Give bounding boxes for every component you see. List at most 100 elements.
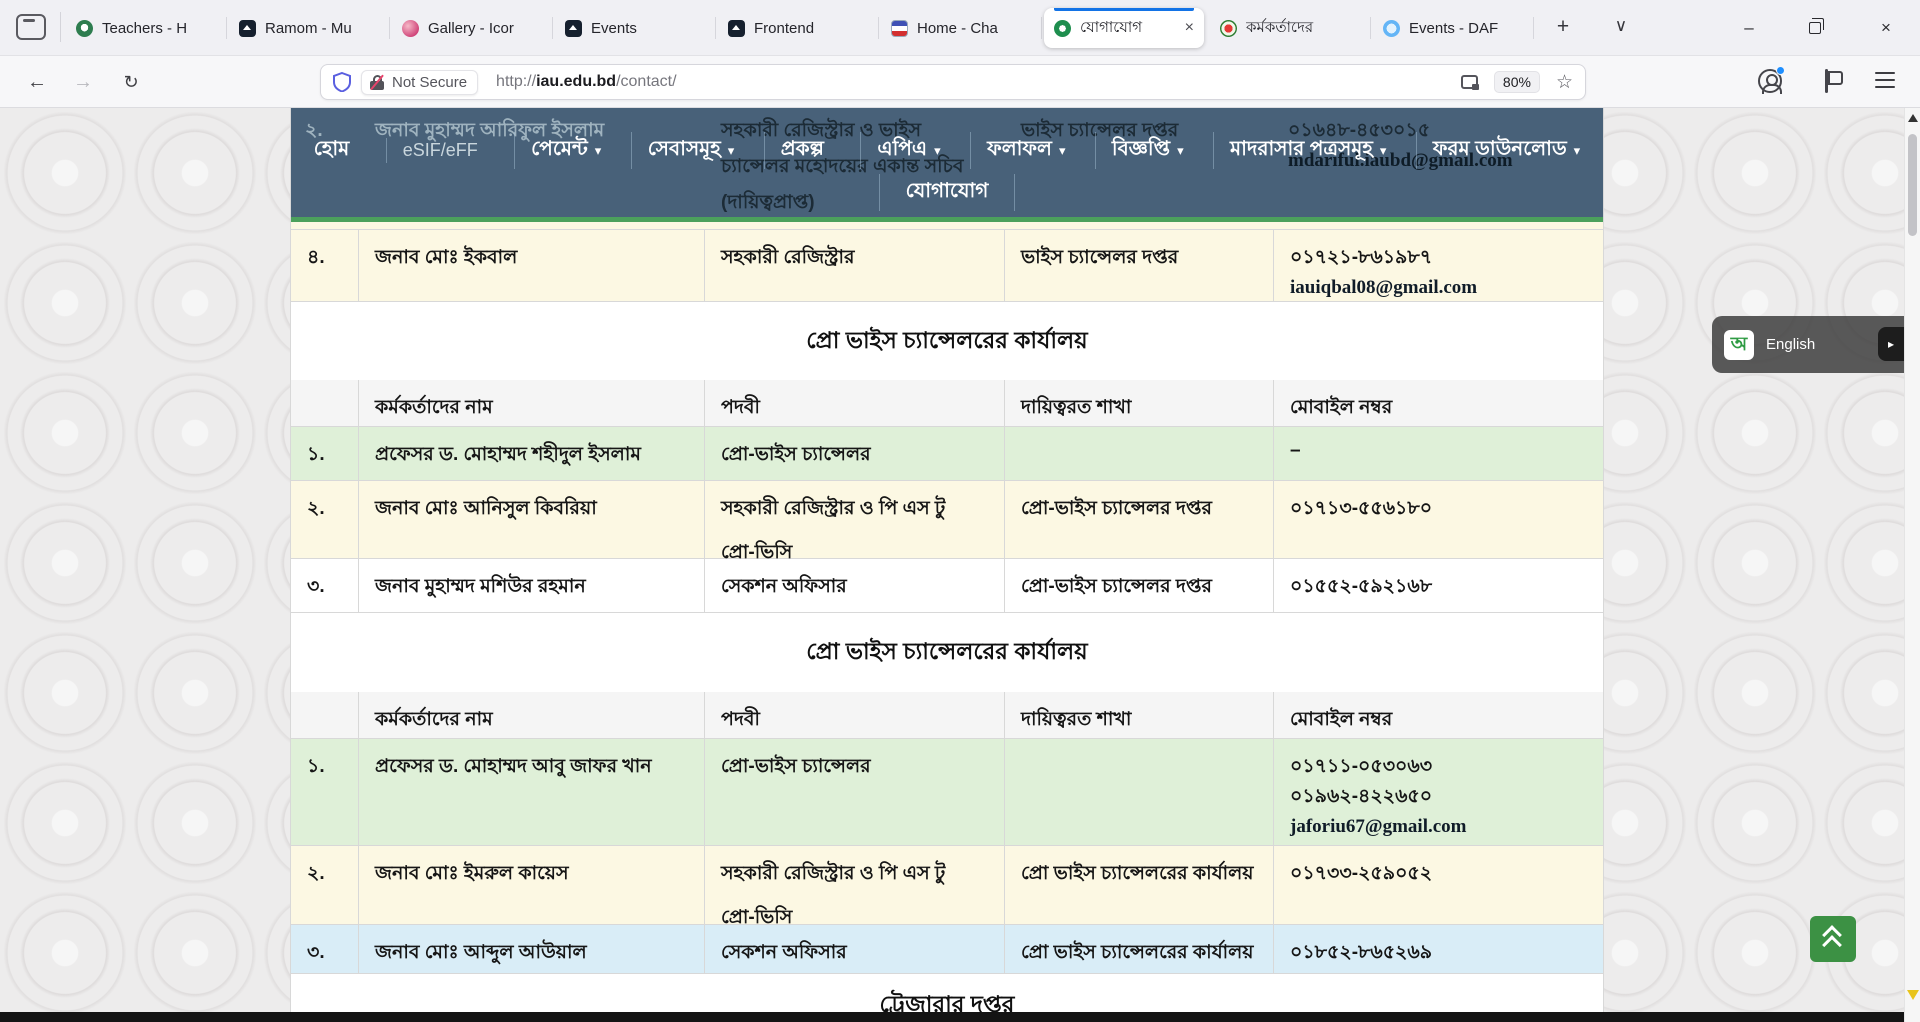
graduation-cap-favicon-icon (239, 20, 256, 37)
divider (1370, 17, 1371, 39)
flag-icon[interactable] (1824, 69, 1840, 93)
cell-section: প্রো-ভাইস চ্যান্সেলর দপ্তর (1005, 481, 1274, 558)
tab-contact-active[interactable]: যোগাযোগ × (1044, 8, 1204, 48)
tab-gallery[interactable]: Gallery - Icor (392, 8, 552, 48)
language-translate-widget[interactable]: অ English ▸ (1712, 316, 1904, 373)
forward-button[interactable]: → (67, 67, 99, 97)
cell-officer-name: জনাব মোঃ ইমরুল কায়েস (359, 846, 705, 924)
nav-item-esif[interactable]: eSIF/eFF (386, 138, 501, 163)
cell-designation: প্রো-ভাইস চ্যান্সেলর (705, 739, 1005, 845)
tab-bar: Teachers - H Ramom - Mu Gallery - Icor E… (0, 0, 1920, 56)
page-viewport: ২. জনাব মুহাম্মদ আরিফুল ইসলাম সহকারী রেজ… (0, 108, 1904, 1022)
govt-seal-favicon-icon (1220, 20, 1237, 37)
scrollbar-up-arrow-icon[interactable] (1908, 114, 1918, 122)
graduation-cap-favicon-icon (728, 20, 745, 37)
not-secure-label: Not Secure (392, 74, 467, 91)
divider (715, 17, 716, 39)
tab-label: Frontend (754, 20, 868, 37)
tab-officials[interactable]: কর্মকর্তাদের (1210, 8, 1370, 48)
scroll-to-top-button[interactable] (1810, 916, 1856, 962)
section-heading-text: প্রো ভাইস চ্যান্সেলরের কার্যালয় (806, 633, 1087, 672)
tracking-protection-shield-icon[interactable] (333, 72, 351, 92)
picture-in-picture-icon[interactable] (1461, 75, 1478, 89)
nav-item-notices[interactable]: বিজ্ঞপ্তি▾ (1095, 132, 1200, 169)
cell-officer-name: জনাব মুহাম্মদ মশিউর রহমান (359, 559, 705, 612)
nav-item-results[interactable]: ফলাফল▾ (970, 132, 1081, 169)
table-header-row: কর্মকর্তাদের নাম পদবী দায়িত্বরত শাখা মো… (290, 692, 1604, 739)
cell-section (1005, 739, 1274, 845)
address-bar[interactable]: Not Secure http://iau.edu.bd/contact/ 80… (320, 64, 1586, 100)
nav-item-form-download[interactable]: ফরম ডাউনলোড▾ (1416, 132, 1596, 169)
cell-officer-name: প্রফেসর ড. মোহাম্মদ আবু জাফর খান (359, 739, 705, 845)
list-all-tabs-button[interactable]: ∨ (1606, 12, 1636, 42)
tab-home[interactable]: Home - Cha (881, 8, 1041, 48)
site-security-chip[interactable]: Not Secure (361, 70, 478, 95)
cell-mobile: ০১৮৫২-৮৬৫২৬৯ (1274, 925, 1603, 973)
tab-frontend[interactable]: Frontend (718, 8, 878, 48)
table-row-behind-nav: ২. জনাব মুহাম্মদ আরিফুল ইসলাম সহকারী রেজ… (290, 108, 1604, 230)
reload-button[interactable]: ↻ (115, 67, 147, 97)
tab-events[interactable]: Events (555, 8, 715, 48)
restore-button[interactable] (1787, 0, 1843, 55)
cell-mobile: ০১৭১১-০৫৩০৬৩ ০১৯৬২-৪২২৬৫০ jaforiu67@gmai… (1274, 739, 1603, 845)
minimize-button[interactable]: – (1721, 0, 1777, 55)
tab-events-daf[interactable]: Events - DAF (1373, 8, 1533, 48)
cell-officer-name: জনাব মোঃ আব্দুল আউয়াল (359, 925, 705, 973)
divider (60, 12, 61, 42)
nav-item-contact[interactable]: যোগাযোগ (879, 174, 1016, 211)
hamburger-menu-icon[interactable] (1875, 72, 1895, 89)
tab-stack-icon[interactable] (16, 14, 46, 40)
home-favicon-icon (891, 20, 908, 37)
nav-item-home[interactable]: হোম (298, 132, 373, 169)
tab-ramom[interactable]: Ramom - Mu (229, 8, 389, 48)
cell-serial: ২. (291, 481, 359, 558)
phone-number: ০১৭২১-৮৬১৯৮৭ (1290, 243, 1587, 273)
cell-designation: সেকশন অফিসার (705, 925, 1005, 973)
table-row: ২. জনাব মোঃ আনিসুল কিবরিয়া সহকারী রেজিস… (290, 481, 1604, 559)
close-window-button[interactable]: × (1858, 0, 1914, 55)
cell-designation: সহকারী রেজিস্ট্রার ও পি এস টু প্রো-ভিসি (705, 481, 1005, 558)
zoom-level-badge[interactable]: 80% (1494, 71, 1540, 93)
events-favicon-icon (1383, 20, 1400, 37)
tab-label: Home - Cha (917, 20, 1031, 37)
nav-bottom-accent (291, 217, 1603, 222)
nav-row-1: হোম eSIF/eFF পেমেন্ট▾ সেবাসমূহ▾ প্রকল্প … (291, 132, 1603, 169)
header-cell-designation: পদবী (705, 380, 1005, 426)
cell-designation: সহকারী রেজিস্ট্রার ও পি এস টু প্রো-ভিসি (705, 846, 1005, 924)
translate-collapse-handle[interactable]: ▸ (1878, 327, 1904, 361)
toolbar: ← → ↻ Not Secure http://iau.edu.bd/conta… (0, 56, 1920, 108)
divider (1533, 17, 1534, 39)
bookmark-star-icon[interactable]: ☆ (1556, 71, 1573, 94)
nav-item-apa[interactable]: এপিএ▾ (860, 132, 956, 169)
insecure-lock-icon (370, 75, 384, 90)
translate-icon: অ (1724, 330, 1754, 360)
table-row: ৩. জনাব মুহাম্মদ মশিউর রহমান সেকশন অফিসা… (290, 559, 1604, 613)
section-heading: প্রো ভাইস চ্যান্সেলরের কার্যালয় (290, 613, 1604, 692)
url-text[interactable]: http://iau.edu.bd/contact/ (496, 73, 677, 91)
page-scrollbar[interactable] (1904, 108, 1920, 1022)
tab-label: Gallery - Icor (428, 20, 542, 37)
header-cell-section: দায়িত্বরত শাখা (1005, 692, 1274, 738)
cell-designation: প্রো-ভাইস চ্যান্সেলর (705, 427, 1005, 480)
nav-item-services[interactable]: সেবাসমূহ▾ (631, 132, 751, 169)
table-row: ৪. জনাব মোঃ ইকবাল সহকারী রেজিস্ট্রার ভাই… (290, 230, 1604, 302)
close-tab-icon[interactable]: × (1185, 19, 1194, 37)
email-address: jaforiu67@gmail.com (1290, 812, 1587, 842)
table-row: ১. প্রফেসর ড. মোহাম্মদ শহীদুল ইসলাম প্রো… (290, 427, 1604, 481)
cell-section: প্রো-ভাইস চ্যান্সেলর দপ্তর (1005, 559, 1274, 612)
section-heading: প্রো ভাইস চ্যান্সেলরের কার্যালয় (290, 302, 1604, 380)
scrollbar-thumb[interactable] (1908, 134, 1917, 236)
tab-label: যোগাযোগ (1080, 16, 1181, 41)
nav-item-madrasah-letters[interactable]: মাদরাসার পত্রসমূহ▾ (1213, 132, 1402, 169)
cell-officer-name: প্রফেসর ড. মোহাম্মদ শহীদুল ইসলাম (359, 427, 705, 480)
nav-item-projects[interactable]: প্রকল্প (764, 132, 847, 169)
header-cell-designation: পদবী (705, 692, 1005, 738)
nav-row-2: যোগাযোগ (291, 174, 1603, 211)
divider (552, 17, 553, 39)
back-button[interactable]: ← (21, 67, 53, 97)
tab-teachers[interactable]: Teachers - H (66, 8, 226, 48)
nav-item-payment[interactable]: পেমেন্ট▾ (514, 132, 617, 169)
footer-strip (0, 1012, 1904, 1022)
cell-section: ভাইস চ্যান্সেলর দপ্তর (1005, 230, 1274, 301)
new-tab-button[interactable]: + (1548, 12, 1578, 42)
